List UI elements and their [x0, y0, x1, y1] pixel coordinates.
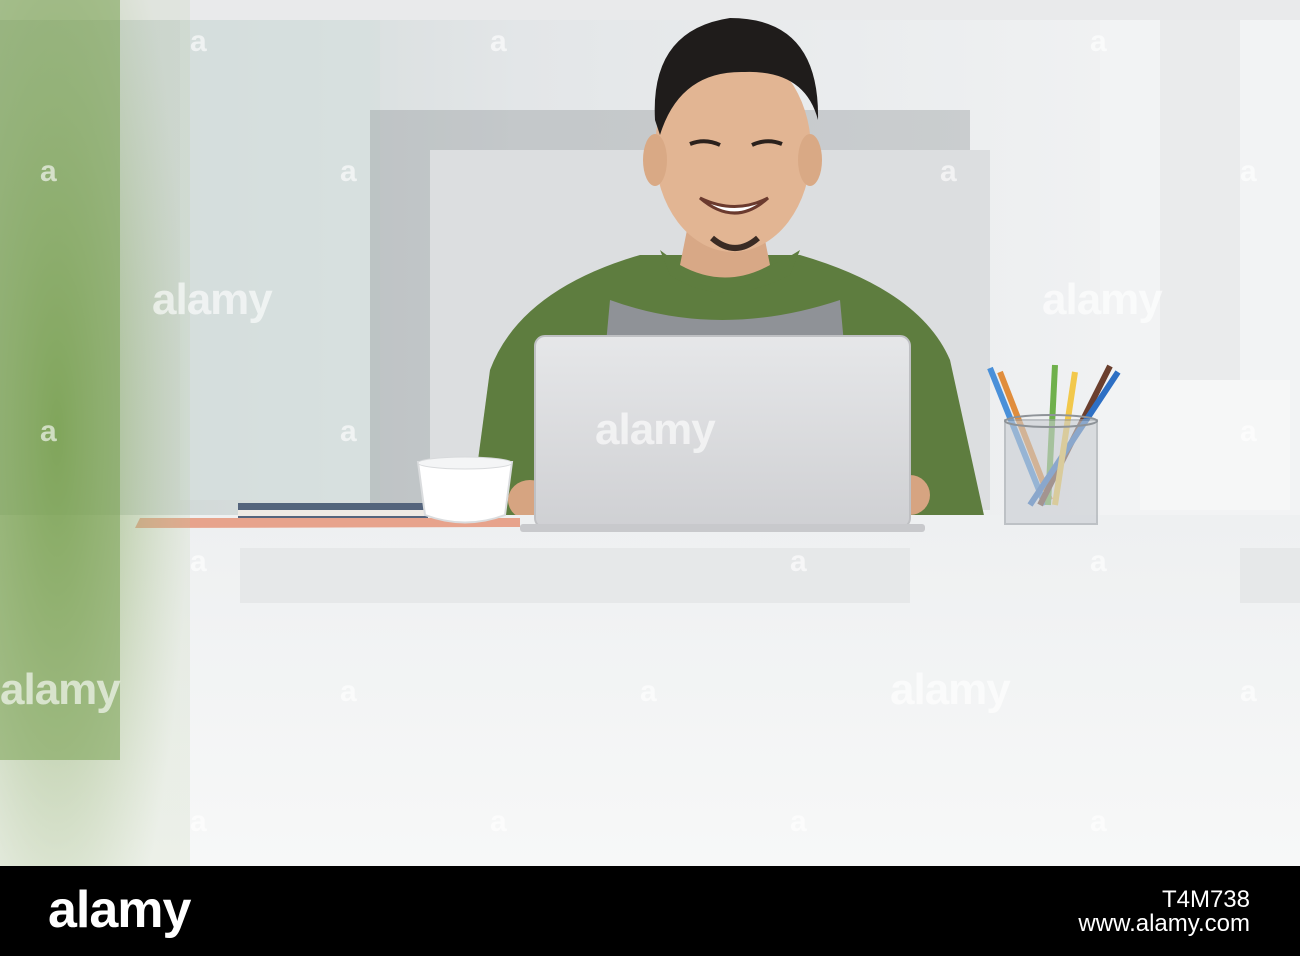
- watermark: alamy: [152, 275, 273, 324]
- watermark-mark: a: [340, 675, 357, 708]
- image-info: T4M738 www.alamy.com: [1078, 888, 1250, 936]
- left-ear: [643, 134, 667, 186]
- watermark-mark: a: [1240, 675, 1257, 708]
- site-url: www.alamy.com: [1078, 910, 1250, 937]
- watermark: alamy: [890, 665, 1011, 714]
- mesh-pencil-cup: [1004, 419, 1098, 525]
- watermark-mark: a: [1090, 805, 1107, 838]
- watermark-mark: a: [40, 155, 57, 188]
- watermark-mark: a: [1240, 415, 1257, 448]
- watermark-mark: a: [1240, 155, 1257, 188]
- desk-edge: [240, 548, 910, 603]
- watermark: alamy: [595, 405, 716, 454]
- plant-leaf: [0, 0, 120, 760]
- watermark-mark: a: [490, 25, 507, 58]
- watermark-mark: a: [340, 415, 357, 448]
- right-ear: [798, 134, 822, 186]
- whiteboard: [1160, 20, 1240, 380]
- notebook-pages: [238, 510, 428, 516]
- watermark: alamy: [0, 665, 121, 714]
- watermark-mark: a: [640, 675, 657, 708]
- watermark-mark: a: [490, 805, 507, 838]
- watermark-mark: a: [1090, 25, 1107, 58]
- watermark-mark: a: [940, 155, 957, 188]
- stock-photo: alamy alamy alamy alamy alamy a a a a a …: [0, 0, 1300, 866]
- alamy-logo: alamy: [48, 881, 191, 939]
- coffee-cup: [416, 461, 514, 524]
- watermark-mark: a: [790, 545, 807, 578]
- shelf: [1140, 380, 1290, 510]
- laptop-base: [520, 524, 925, 532]
- laptop: [534, 335, 911, 529]
- cup-rim: [417, 456, 513, 470]
- watermark: alamy: [1042, 275, 1163, 324]
- image-id: T4M738: [1161, 886, 1250, 913]
- watermark-mark: a: [190, 805, 207, 838]
- desk-edge-right: [1240, 548, 1300, 603]
- watermark-mark: a: [790, 805, 807, 838]
- watermark-mark: a: [340, 155, 357, 188]
- ceiling: [0, 0, 1300, 20]
- watermark-mark: a: [190, 25, 207, 58]
- watermark-mark: a: [40, 415, 57, 448]
- watermark-mark: a: [1090, 545, 1107, 578]
- footer-bar: alamy T4M738 www.alamy.com: [0, 866, 1300, 956]
- watermark-mark: a: [190, 545, 207, 578]
